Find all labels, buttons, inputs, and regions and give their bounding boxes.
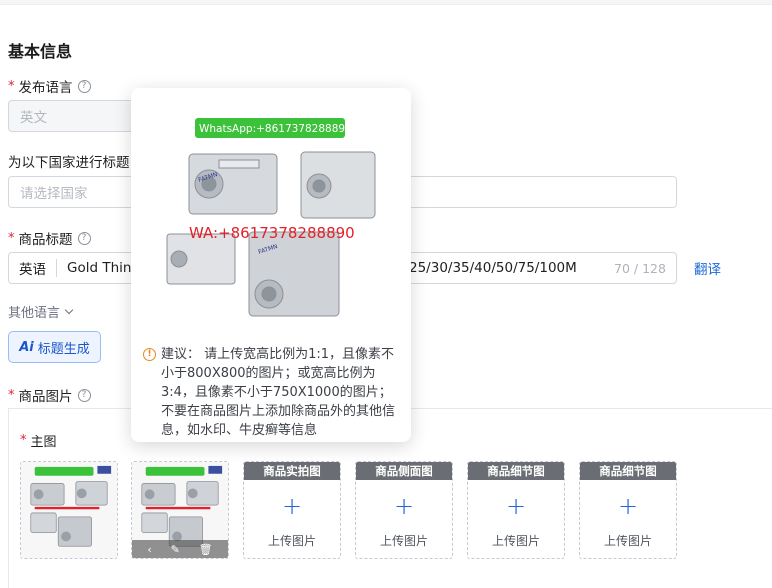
chevron-left-icon[interactable]: ‹ [147, 543, 151, 556]
trash-icon[interactable]: 🗑 [199, 543, 213, 556]
main-image-thumb[interactable] [20, 461, 118, 559]
translate-link[interactable]: 翻译 [694, 258, 721, 278]
plus-icon: + [393, 492, 415, 520]
publish-language-select[interactable]: 英文 [8, 100, 138, 132]
product-title-tail: 25/30/35/40/50/75/100M [409, 260, 577, 276]
watermark-whatsapp: WhatsApp:+8617378288890 [199, 123, 352, 135]
plus-icon: + [281, 492, 303, 520]
upload-slot-side-view[interactable]: 商品侧面图 + 上传图片 [355, 461, 453, 559]
question-circle-icon[interactable]: ? [77, 231, 91, 245]
ai-icon: Ai [19, 339, 34, 355]
product-preview-image: FATMN FATMN WhatsApp:+8617378288890 WA:+… [151, 104, 391, 338]
title-char-counter: 70 / 128 [614, 260, 666, 276]
question-circle-icon[interactable]: ? [77, 388, 91, 402]
edit-icon[interactable]: ✎ [171, 543, 180, 556]
product-photo [21, 462, 117, 558]
upload-slot-detail-1[interactable]: 商品细节图 + 上传图片 [467, 461, 565, 559]
info-warning-icon: ! [143, 348, 156, 361]
plus-icon: + [505, 492, 527, 520]
top-bar [0, 0, 772, 20]
upload-slot-real-photo[interactable]: 商品实拍图 + 上传图片 [243, 461, 341, 559]
thumb-action-bar: ‹ ✎ 🗑 [132, 540, 228, 558]
country-title-label: 为以下国家进行标题 [8, 155, 130, 171]
chevron-down-icon [64, 305, 74, 314]
image-preview-popover: FATMN FATMN WhatsApp:+8617378288890 WA:+… [131, 88, 411, 442]
main-image-label: * 主图 [20, 433, 57, 450]
image-upload-tip: ! 建议： 请上传宽高比例为1:1，且像素不小于800X800的图片；或宽高比例… [143, 345, 401, 440]
product-title-label: * 商品标题 ? [8, 228, 91, 248]
plus-icon: + [617, 492, 639, 520]
other-languages-toggle[interactable]: 其他语言 [8, 302, 74, 321]
upload-slot-detail-2[interactable]: 商品细节图 + 上传图片 [579, 461, 677, 559]
image-thumb-2[interactable]: ‹ ✎ 🗑 [131, 461, 229, 559]
question-circle-icon[interactable]: ? [77, 79, 91, 93]
watermark-wa: WA:+8617378288890 [189, 224, 355, 242]
ai-title-generate-button[interactable]: Ai 标题生成 [8, 331, 101, 363]
publish-language-label: * 发布语言 ? [8, 76, 91, 96]
section-title: 基本信息 [8, 42, 73, 61]
title-language-prefix: 英语 [9, 259, 57, 278]
product-images-label: * 商品图片 ? [8, 385, 91, 405]
